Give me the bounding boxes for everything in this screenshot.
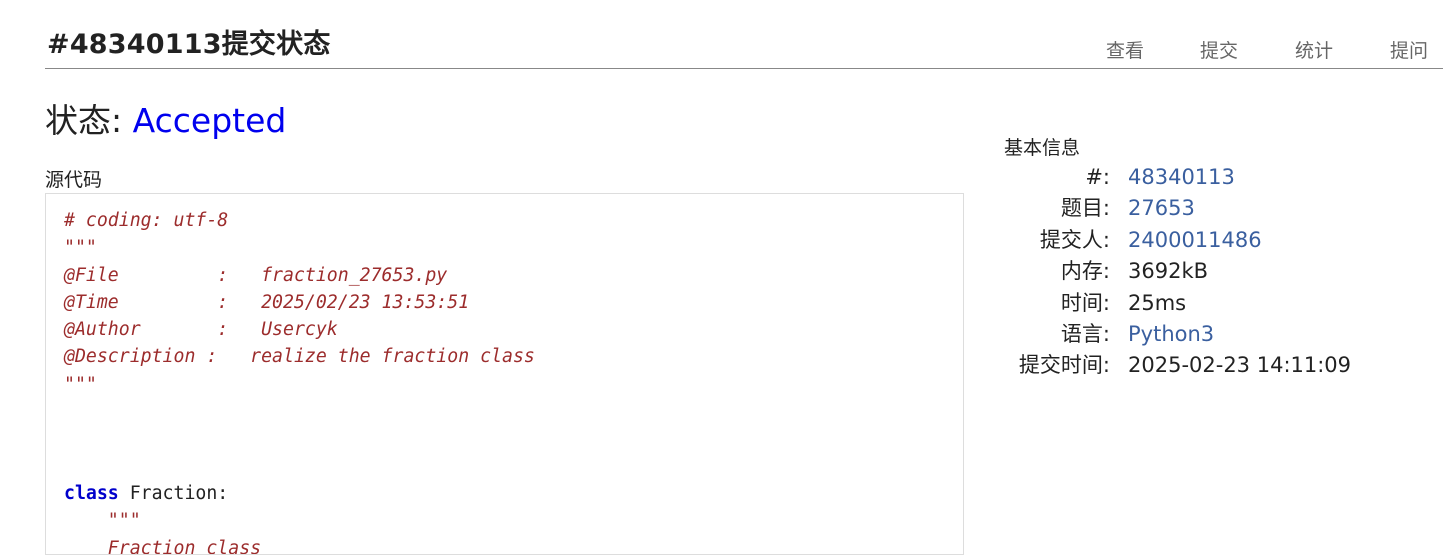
submitter-link[interactable]: 2400011486 bbox=[1128, 225, 1262, 256]
submission-id-link[interactable]: 48340113 bbox=[1128, 162, 1235, 193]
time-value: 25ms bbox=[1128, 290, 1187, 315]
source-code-label: 源代码 bbox=[45, 169, 103, 191]
code-line: """ bbox=[64, 373, 97, 395]
basic-info-title: 基本信息 bbox=[1004, 137, 1081, 159]
code-line: """ bbox=[64, 510, 141, 532]
page-title: #48340113提交状态 bbox=[47, 29, 331, 60]
nav-ask[interactable]: 提问 bbox=[1390, 36, 1428, 63]
submit-time-value: 2025-02-23 14:11:09 bbox=[1128, 353, 1352, 378]
nav-submit[interactable]: 提交 bbox=[1200, 36, 1238, 63]
nav-stats[interactable]: 统计 bbox=[1295, 36, 1333, 63]
code-line: Fraction: bbox=[118, 482, 229, 504]
code-line: @Author : Usercyk bbox=[64, 319, 338, 341]
info-label: 题目: bbox=[1060, 196, 1110, 221]
basic-info-table: #: 48340113 题目: 27653 提交人: 2400011486 内存: 36… bbox=[1004, 162, 1424, 382]
info-row-submitter: 提交人: 2400011486 bbox=[1004, 225, 1424, 256]
info-label: #: bbox=[1085, 165, 1110, 189]
code-keyword: class bbox=[64, 482, 119, 504]
info-label: 提交人: bbox=[1039, 227, 1110, 252]
status-line: 状态: Accepted bbox=[45, 94, 286, 142]
nav-view[interactable]: 查看 bbox=[1106, 36, 1144, 63]
info-row-language: 语言: Python3 bbox=[1004, 319, 1424, 350]
info-label: 时间: bbox=[1060, 290, 1110, 315]
source-code-block[interactable]: # coding: utf-8 """ @File : fraction_276… bbox=[45, 193, 964, 555]
info-row-memory: 内存: 3692kB bbox=[1004, 256, 1424, 287]
code-line: @Description : realize the fraction clas… bbox=[64, 346, 535, 368]
code-line: # coding: utf-8 bbox=[64, 210, 229, 231]
info-row-submit-time: 提交时间: 2025-02-23 14:11:09 bbox=[1004, 350, 1424, 381]
info-row-id: #: 48340113 bbox=[1004, 162, 1424, 193]
info-label: 语言: bbox=[1060, 321, 1110, 346]
problem-link[interactable]: 27653 bbox=[1128, 193, 1195, 224]
page-header: #48340113提交状态 查看 提交 统计 提问 bbox=[45, 0, 1443, 69]
info-label: 提交时间: bbox=[1018, 353, 1110, 378]
code-line: @Time : 2025/02/23 13:53:51 bbox=[64, 291, 470, 313]
status-value-link[interactable]: Accepted bbox=[133, 101, 287, 140]
language-link[interactable]: Python3 bbox=[1128, 319, 1214, 350]
info-row-time: 时间: 25ms bbox=[1004, 288, 1424, 319]
code-line: @File : fraction_27653.py bbox=[64, 264, 448, 286]
info-label: 内存: bbox=[1060, 259, 1110, 284]
code-line: """ bbox=[64, 237, 97, 259]
status-label: 状态: bbox=[45, 101, 123, 140]
code-line: Fraction class bbox=[64, 537, 262, 555]
memory-value: 3692kB bbox=[1128, 259, 1209, 284]
info-row-problem: 题目: 27653 bbox=[1004, 193, 1424, 224]
